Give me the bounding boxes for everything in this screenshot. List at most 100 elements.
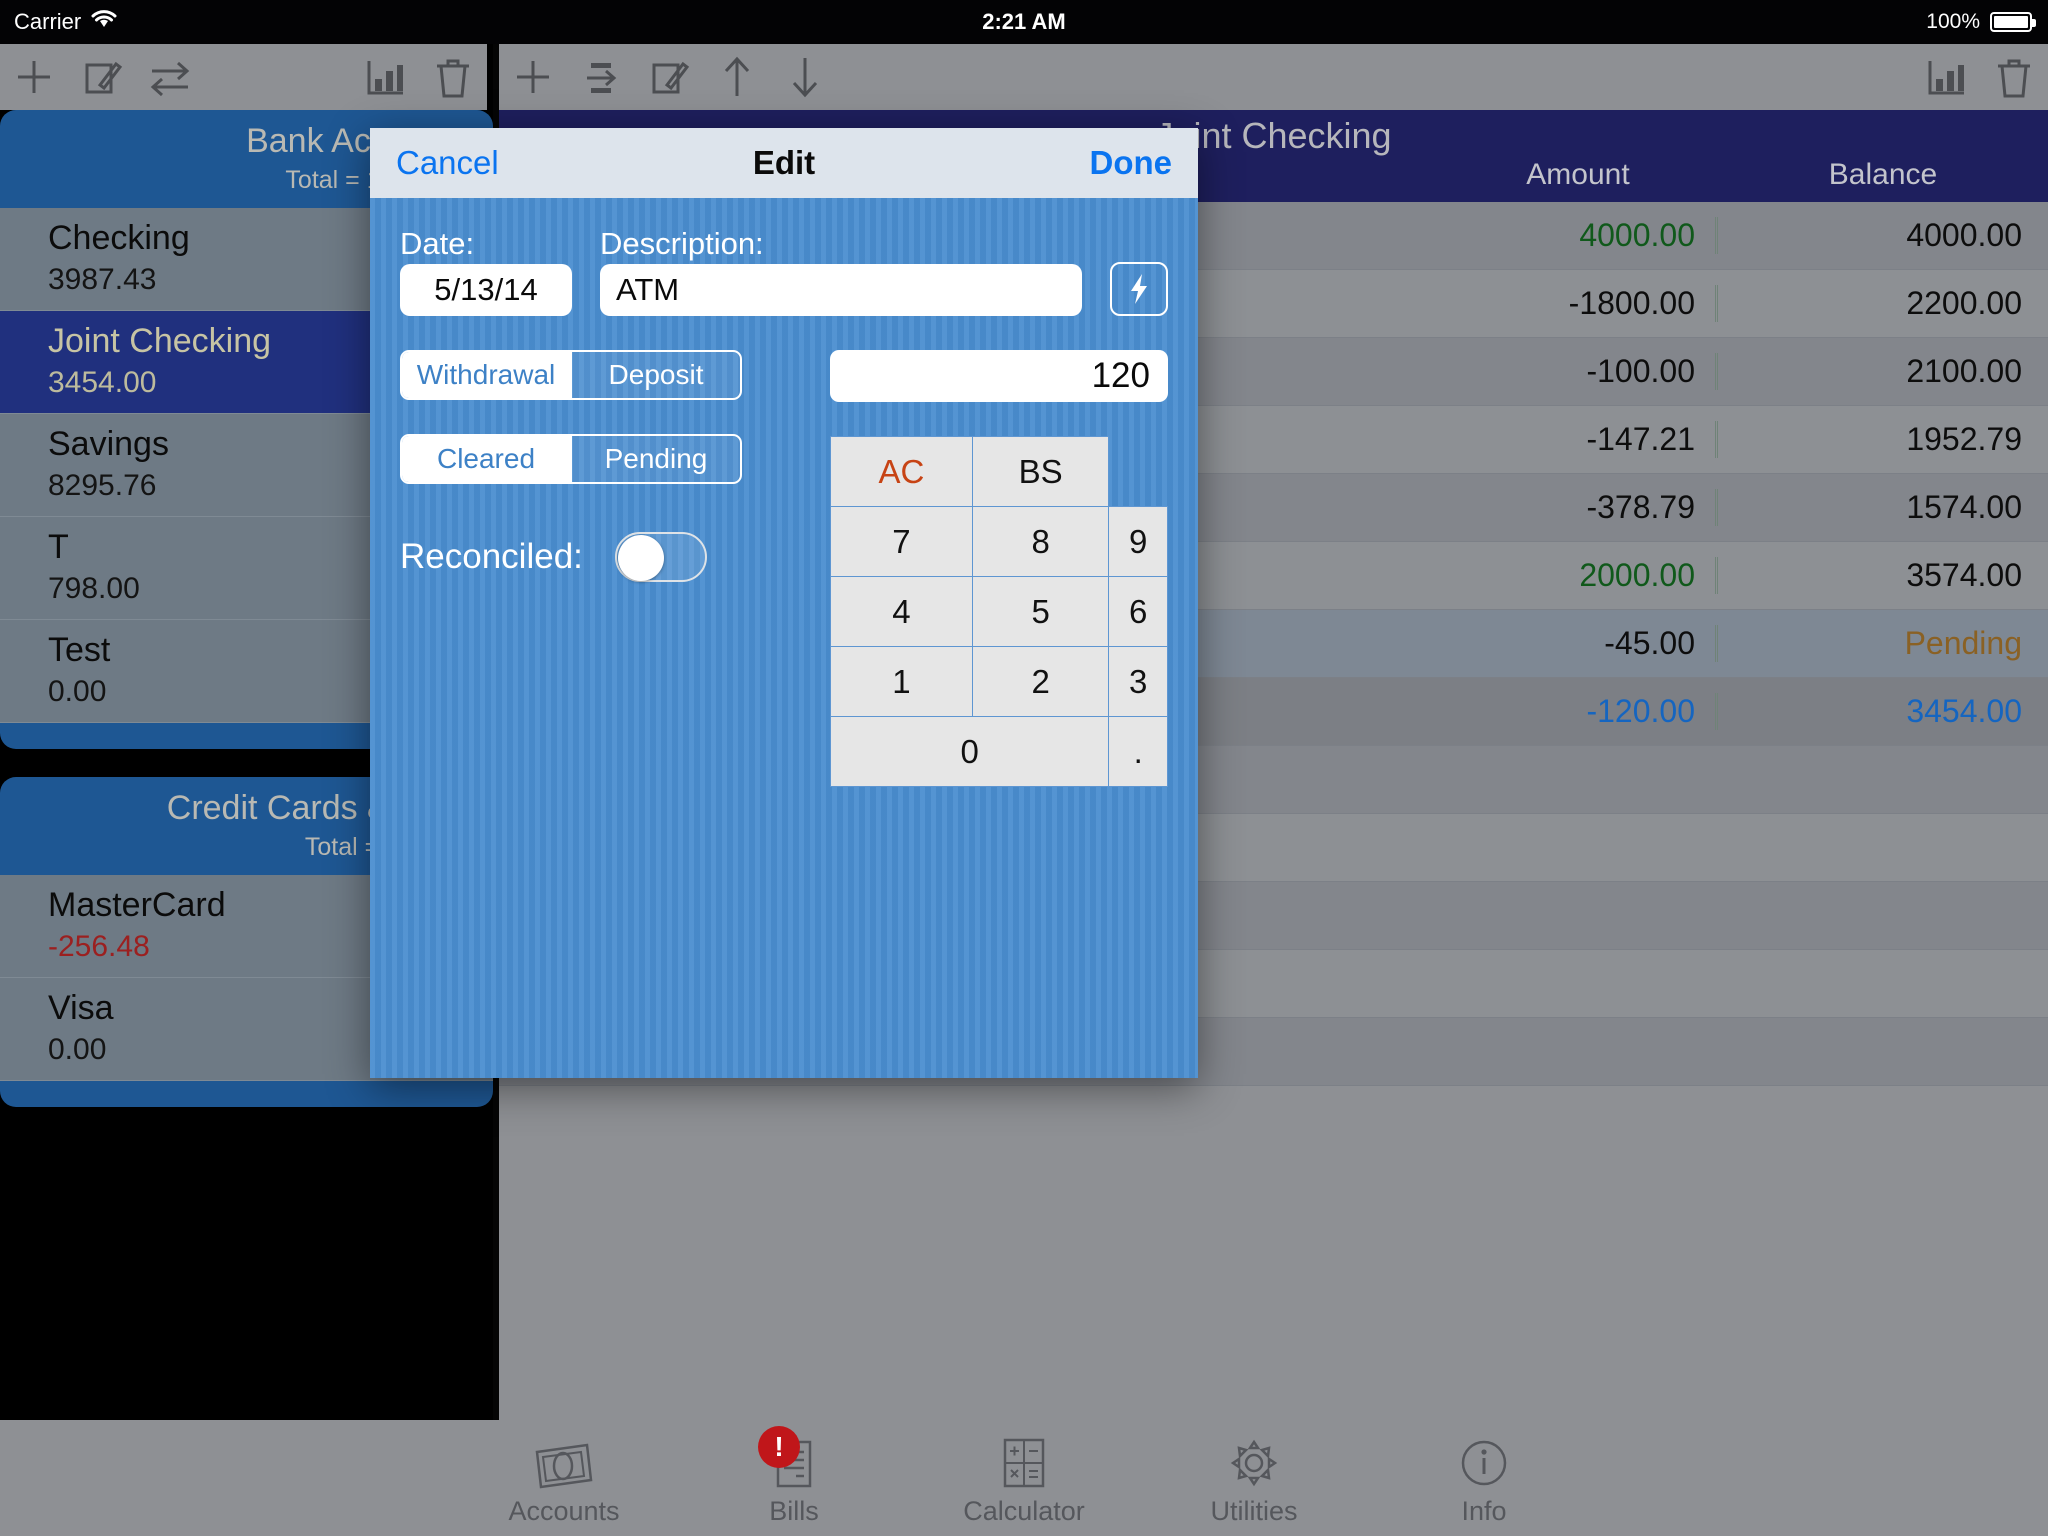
sort-down-button[interactable] xyxy=(771,47,839,107)
key-4[interactable]: 4 xyxy=(830,576,973,647)
date-label: Date: xyxy=(400,226,475,261)
register-toolbar xyxy=(499,44,2048,110)
modal-header: Cancel Edit Done xyxy=(370,128,1198,198)
battery-percent-label: 100% xyxy=(1926,10,1980,33)
cell-amount: -100.00 xyxy=(1438,353,1718,390)
segment-option-pending[interactable]: Pending xyxy=(570,436,740,482)
split-transaction-button[interactable] xyxy=(567,47,635,107)
cell-balance: 1574.00 xyxy=(1906,489,2022,525)
calculator-icon xyxy=(995,1430,1053,1492)
accounts-toolbar-right-group xyxy=(351,47,487,107)
cell-amount: -147.21 xyxy=(1438,421,1718,458)
modal-title: Edit xyxy=(752,144,816,181)
cell-balance: 3574.00 xyxy=(1906,557,2022,593)
key-8[interactable]: 8 xyxy=(971,506,1110,577)
key-6[interactable]: 6 xyxy=(1108,576,1168,647)
date-description-row: Date: 5/13/14 Description: ATM xyxy=(400,224,1168,316)
reconciled-row: Reconciled: xyxy=(400,532,742,582)
keypad-row: 1 2 3 xyxy=(830,646,1168,717)
status-badge: Pending xyxy=(1904,625,2022,661)
status-bar-right: 100% xyxy=(1926,10,2036,34)
cell-amount: -378.79 xyxy=(1438,489,1718,526)
gear-icon xyxy=(1225,1430,1283,1492)
add-account-button[interactable] xyxy=(0,47,68,107)
keypad-row: 4 5 6 xyxy=(830,576,1168,647)
battery-icon xyxy=(1990,12,2036,32)
cell-balance: 2200.00 xyxy=(1906,285,2022,321)
reconciled-label: Reconciled: xyxy=(400,537,583,576)
key-3[interactable]: 3 xyxy=(1108,646,1168,717)
description-input[interactable]: ATM xyxy=(600,264,1082,316)
register-toolbar-right-group xyxy=(1912,47,2048,107)
column-header-amount: Amount xyxy=(1526,158,1630,191)
status-bar: Carrier 2:21 AM 100% xyxy=(0,0,2048,44)
tab-calculator[interactable]: Calculator xyxy=(909,1430,1139,1527)
column-header-balance: Balance xyxy=(1828,158,1938,191)
segment-option-cleared[interactable]: Cleared xyxy=(402,436,570,482)
chart-button[interactable] xyxy=(1912,47,1980,107)
keypad-row: 0 . xyxy=(829,716,1168,787)
key-7[interactable]: 7 xyxy=(830,506,973,577)
sort-up-button[interactable] xyxy=(703,47,771,107)
key-bs[interactable]: BS xyxy=(971,436,1110,507)
tab-label: Bills xyxy=(769,1495,819,1526)
cell-amount: -1800.00 xyxy=(1438,285,1718,322)
transaction-status-segment[interactable]: Cleared Pending xyxy=(400,434,742,484)
calculator-keypad: AC BS 7 8 9 4 5 6 1 2 3 0 . xyxy=(829,436,1168,787)
edit-transaction-modal: Cancel Edit Done Date: 5/13/14 Descripti… xyxy=(370,128,1198,1078)
accounts-toolbar xyxy=(0,44,493,110)
tab-label: Calculator xyxy=(963,1495,1085,1526)
edit-transaction-button[interactable] xyxy=(635,47,703,107)
tab-label: Utilities xyxy=(1210,1495,1298,1526)
tab-info[interactable]: Info xyxy=(1369,1430,1599,1527)
cell-amount: 4000.00 xyxy=(1438,217,1718,254)
date-group: Date: 5/13/14 xyxy=(400,224,572,316)
segment-option-withdrawal[interactable]: Withdrawal xyxy=(402,352,570,398)
register-toolbar-left-group xyxy=(499,47,839,107)
cell-balance: 3454.00 xyxy=(1906,693,2022,729)
key-ac[interactable]: AC xyxy=(830,436,973,507)
tab-utilities[interactable]: Utilities xyxy=(1139,1430,1369,1527)
tab-accounts[interactable]: Accounts xyxy=(449,1430,679,1527)
delete-button[interactable] xyxy=(1980,47,2048,107)
calculator-panel: 120 AC BS 7 8 9 4 5 6 1 2 3 0 . xyxy=(829,350,1168,787)
transaction-type-segment[interactable]: Withdrawal Deposit xyxy=(400,350,742,400)
tab-label: Info xyxy=(1461,1495,1507,1526)
app-root: Carrier 2:21 AM 100% Bank Accounts Total… xyxy=(0,0,2048,1536)
credit-cards-footer xyxy=(0,1081,493,1107)
accounts-toolbar-left-group xyxy=(0,47,204,107)
keypad-row: AC BS xyxy=(830,436,1168,507)
key-9[interactable]: 9 xyxy=(1108,506,1168,577)
key-1[interactable]: 1 xyxy=(830,646,973,717)
controls-row: Withdrawal Deposit Cleared Pending Recon… xyxy=(400,350,1168,787)
keypad-blank xyxy=(1109,437,1168,507)
segment-option-deposit[interactable]: Deposit xyxy=(570,352,740,398)
cell-balance: 2100.00 xyxy=(1906,353,2022,389)
lightning-bolt-icon[interactable] xyxy=(1110,262,1168,316)
keypad-row: 7 8 9 xyxy=(830,506,1168,577)
key-5[interactable]: 5 xyxy=(971,576,1110,647)
info-circle-icon xyxy=(1455,1430,1513,1492)
key-2[interactable]: 2 xyxy=(971,646,1110,717)
delete-button[interactable] xyxy=(419,47,487,107)
left-controls-column: Withdrawal Deposit Cleared Pending Recon… xyxy=(400,350,742,787)
key-decimal[interactable]: . xyxy=(1108,716,1168,787)
done-button[interactable]: Done xyxy=(1090,144,1173,182)
chart-button[interactable] xyxy=(351,47,419,107)
amount-display[interactable]: 120 xyxy=(830,350,1168,402)
tab-bills[interactable]: ! Bills xyxy=(679,1425,909,1527)
tab-bar: Accounts ! Bills Calculator Utilities In… xyxy=(0,1420,2048,1536)
key-0[interactable]: 0 xyxy=(829,716,1110,787)
add-transaction-button[interactable] xyxy=(499,47,567,107)
date-input[interactable]: 5/13/14 xyxy=(400,264,572,316)
cell-amount: 2000.00 xyxy=(1438,557,1718,594)
reconciled-toggle[interactable] xyxy=(614,532,707,582)
clock-label: 2:21 AM xyxy=(982,9,1066,34)
description-label: Description: xyxy=(600,226,764,261)
edit-account-button[interactable] xyxy=(68,47,136,107)
cell-balance: 1952.79 xyxy=(1906,421,2022,457)
transfer-button[interactable] xyxy=(136,47,204,107)
modal-body: Date: 5/13/14 Description: ATM Withdrawa… xyxy=(370,198,1198,787)
money-bill-icon xyxy=(533,1430,595,1492)
toggle-knob xyxy=(617,535,664,581)
